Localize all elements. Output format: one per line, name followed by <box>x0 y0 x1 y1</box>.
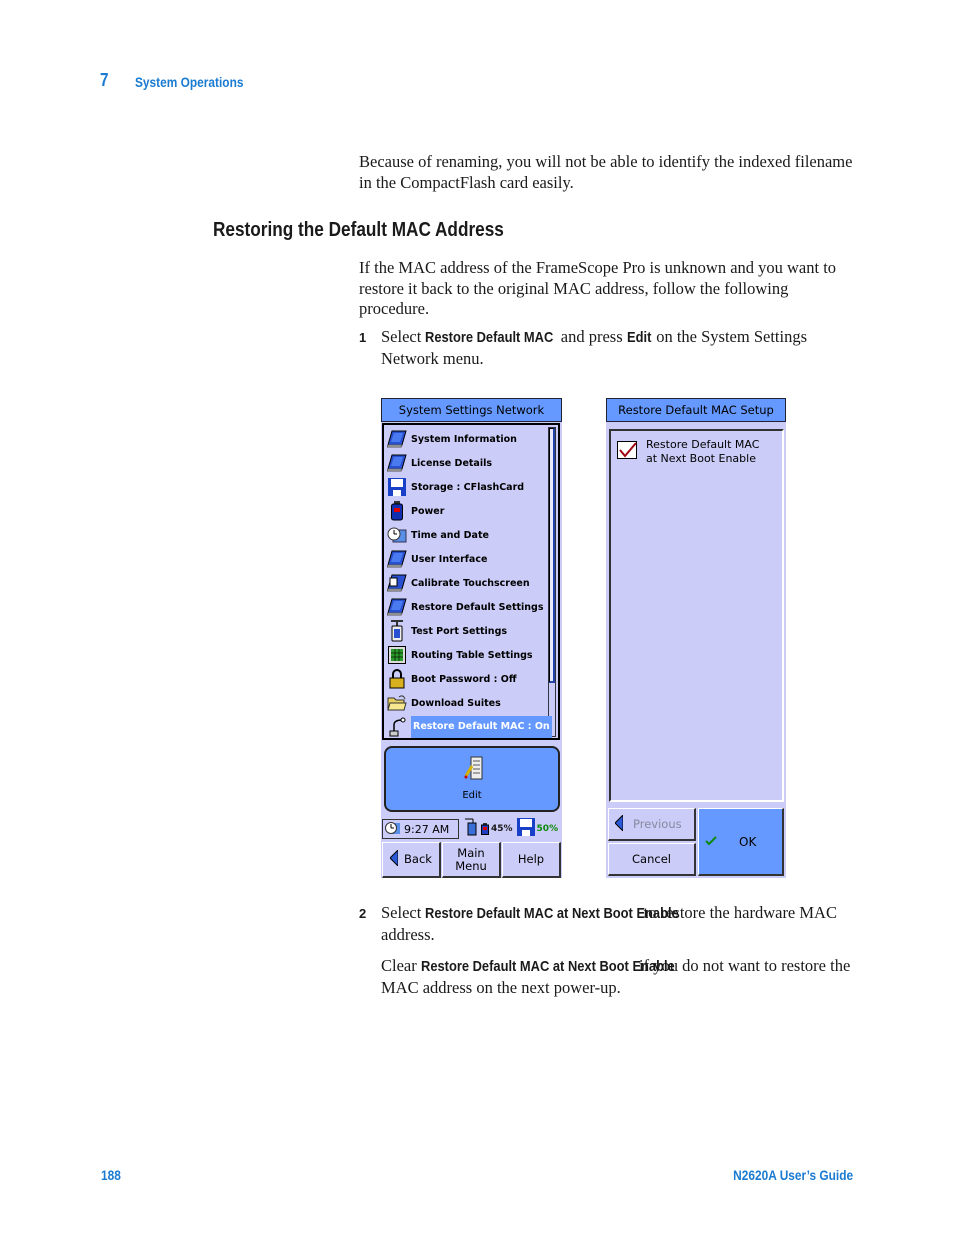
help-button[interactable]: Help <box>502 842 561 878</box>
step-number: 2 <box>359 906 367 921</box>
ok-button[interactable]: OK <box>698 808 784 876</box>
edit-button-label: Edit <box>462 790 482 801</box>
clock-calendar-icon <box>385 821 401 838</box>
edit-document-icon <box>464 756 484 786</box>
list-item-label: Storage : CFlashCard <box>411 481 525 493</box>
list-item[interactable]: Storage : CFlashCard <box>386 475 552 499</box>
checkmark-icon <box>705 835 717 849</box>
section-heading: Restoring the Default MAC Address <box>213 219 504 241</box>
device-icon <box>465 818 477 840</box>
compactflash-disk-icon <box>386 477 408 497</box>
list-item-label: Restore Default MAC : On <box>411 716 552 738</box>
list-item[interactable]: System Information <box>386 427 552 451</box>
main-menu-button[interactable]: Main Menu <box>442 842 501 878</box>
cancel-button-label: Cancel <box>632 852 671 866</box>
touchscreen-calibrate-icon <box>386 573 408 593</box>
cf-percent: 50% <box>536 824 559 834</box>
main-menu-button-label: Main Menu <box>455 845 487 873</box>
back-button-label: Back <box>404 852 432 866</box>
test-port-icon <box>386 620 408 642</box>
checkmark-icon <box>619 442 637 458</box>
list-item[interactable]: License Details <box>386 451 552 475</box>
battery-percent: 45% <box>491 824 513 834</box>
step-text: Select Restore Default MAC and press Edi… <box>381 327 808 368</box>
list-item-label: Restore Default Settings <box>411 601 544 613</box>
restore-default-mac-setup-screen: Restore Default MAC Setup Restore Defaul… <box>606 398 786 878</box>
compactflash-disk-icon <box>516 818 535 840</box>
pda-icon <box>386 597 408 617</box>
intro-paragraph: Because of renaming, you will not be abl… <box>359 152 853 192</box>
battery-icon <box>481 820 489 839</box>
help-button-label: Help <box>517 852 545 866</box>
clock-time: 9:27 AM <box>404 822 450 836</box>
guide-title: N2620A User’s Guide <box>733 1167 853 1183</box>
back-button[interactable]: Back <box>382 842 441 878</box>
clock-calendar-icon <box>386 525 408 545</box>
previous-arrow-icon <box>614 813 624 834</box>
step-2: 2 Select Restore Default MAC at Next Boo… <box>359 903 859 945</box>
nav-bar: Back Main Menu Help <box>382 842 561 878</box>
list-item[interactable]: User Interface <box>386 547 552 571</box>
battery-icon <box>386 501 408 521</box>
list-item-label: Routing Table Settings <box>411 649 533 661</box>
list-item-label: User Interface <box>411 553 488 565</box>
list-item-label: Test Port Settings <box>411 625 508 637</box>
chapter-title: System Operations <box>135 74 244 90</box>
pda-icon <box>386 429 408 449</box>
restore-mac-checkbox[interactable] <box>617 441 637 459</box>
restore-mac-checkbox-label[interactable]: Restore Default MAC at Next Boot Enable <box>646 438 759 466</box>
padlock-icon <box>386 669 408 689</box>
list-item[interactable]: Routing Table Settings <box>386 643 552 667</box>
list-item[interactable]: Calibrate Touchscreen <box>386 571 552 595</box>
list-item[interactable]: Test Port Settings <box>386 619 552 643</box>
list-item-label: Boot Password : Off <box>411 673 517 685</box>
step-number: 1 <box>359 330 367 345</box>
list-item[interactable]: Restore Default MAC : On <box>386 715 552 739</box>
settings-list: System Information License Details Storage… <box>382 423 560 740</box>
list-item-label: Time and Date <box>411 529 489 541</box>
clock: 9:27 AM <box>382 819 459 839</box>
page-number: 188 <box>101 1167 121 1183</box>
routing-table-icon <box>386 645 408 665</box>
list-item-label: License Details <box>411 457 493 469</box>
list-item[interactable]: Power <box>386 499 552 523</box>
previous-button-label: Previous <box>633 817 682 831</box>
options-area: Restore Default MAC at Next Boot Enable <box>609 429 784 802</box>
list-item[interactable]: Time and Date <box>386 523 552 547</box>
screen-title: Restore Default MAC Setup <box>606 398 786 422</box>
system-settings-network-screen: System Settings Network System Informati… <box>381 398 562 878</box>
list-item-label: System Information <box>411 433 517 445</box>
list-item-label: Calibrate Touchscreen <box>411 577 530 589</box>
list-item[interactable]: Download Suites <box>386 691 552 715</box>
step-text: Select Restore Default MAC at Next Boot … <box>381 903 837 944</box>
status-bar: 9:27 AM 45% 50% <box>382 818 561 840</box>
back-arrow-icon <box>389 848 399 869</box>
clear-note: Clear Restore Default MAC at Next Boot E… <box>381 956 851 997</box>
pda-icon <box>386 549 408 569</box>
list-item-label: Power <box>411 505 445 517</box>
section-paragraph: If the MAC address of the FrameScope Pro… <box>359 258 837 318</box>
edit-button[interactable]: Edit <box>384 746 560 812</box>
chapter-number: 7 <box>100 70 109 90</box>
screen-title: System Settings Network <box>381 398 562 422</box>
folder-download-icon <box>386 693 408 713</box>
step-1: 1 Select Restore Default MAC and press E… <box>359 327 859 369</box>
list-item[interactable]: Restore Default Settings <box>386 595 552 619</box>
list-item-label: Download Suites <box>411 697 501 709</box>
network-cable-icon <box>386 717 408 737</box>
pda-icon <box>386 453 408 473</box>
list-item[interactable]: Boot Password : Off <box>386 667 552 691</box>
ok-button-label: OK <box>739 834 757 849</box>
previous-button[interactable]: Previous <box>608 808 696 841</box>
cancel-button[interactable]: Cancel <box>608 843 696 876</box>
